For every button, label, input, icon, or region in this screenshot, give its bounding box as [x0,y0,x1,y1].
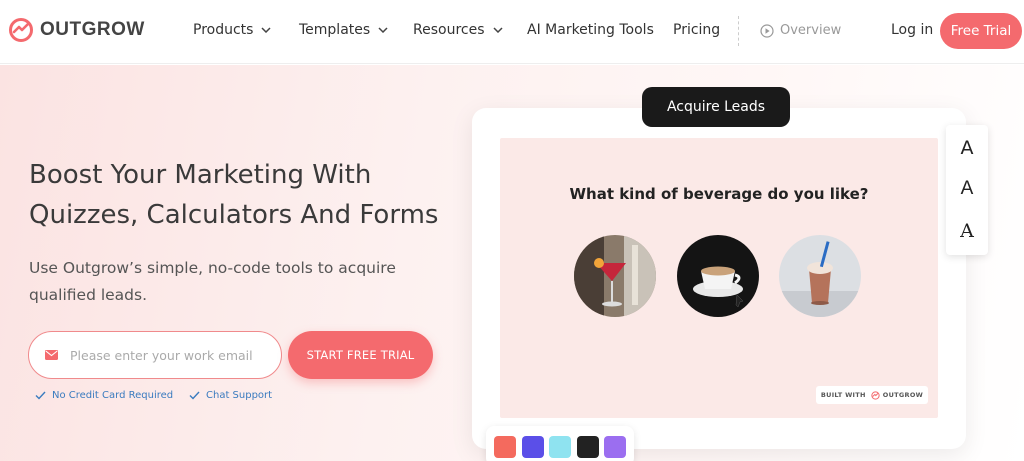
nav-products-label: Products [193,22,254,38]
nav-products[interactable]: Products [193,22,271,38]
built-with-label: BUILT WITH [820,391,866,399]
email-field-wrapper[interactable] [28,331,282,379]
start-free-trial-button[interactable]: START FREE TRIAL [288,331,433,379]
chevron-down-icon [492,27,503,33]
email-field[interactable] [70,347,270,363]
hero-headline-line2: Quizzes, Calculators And Forms [29,200,439,230]
acquire-leads-pill: Acquire Leads [642,87,790,127]
option-milkshake[interactable] [779,235,861,317]
overview-link[interactable]: Overview [760,23,841,38]
check-icon [189,391,200,400]
swatch-purple[interactable] [604,436,626,458]
built-with-brand: OUTGROW [882,391,924,399]
nav-pricing-label: Pricing [673,22,721,38]
free-trial-button[interactable]: Free Trial [940,13,1022,49]
nav-ai-marketing-tools-label: AI Marketing Tools [527,22,654,38]
perk-label: No Credit Card Required [52,390,174,401]
hero-headline-line1: Boost Your Marketing With [29,160,372,190]
nav-templates[interactable]: Templates [299,22,388,38]
swatch-coral[interactable] [494,436,516,458]
hero-section: Boost Your Marketing With Quizzes, Calcu… [0,65,1024,461]
swatch-cyan[interactable] [549,436,571,458]
perk-label: Chat Support [206,390,273,401]
quiz-question: What kind of beverage do you like? [569,185,869,203]
perk-chat-support: Chat Support [189,390,272,401]
font-option-serif[interactable]: A [946,220,988,242]
option-coffee[interactable] [677,235,759,317]
option-cocktail[interactable] [574,235,656,317]
milkshake-image [779,235,861,317]
overview-label: Overview [780,23,842,38]
nav-pricing[interactable]: Pricing [673,22,720,38]
top-navbar: OUTGROW Products Templates Resources AI … [0,0,1024,64]
check-icon [35,391,46,400]
chevron-down-icon [378,27,388,33]
outgrow-logo[interactable]: OUTGROW [8,17,145,43]
chevron-down-icon [261,27,271,33]
nav-resources-label: Resources [413,22,485,38]
play-circle-icon [760,23,774,38]
color-swatch-panel [486,426,634,461]
outgrow-mini-logo-icon [871,390,880,400]
font-option-light[interactable]: A [946,178,988,200]
nav-resources[interactable]: Resources [413,22,503,38]
perk-no-credit-card: No Credit Card Required [35,390,173,401]
swatch-black[interactable] [577,436,599,458]
font-option-sans[interactable]: A [946,137,988,159]
logo-text: OUTGROW [40,19,145,40]
nav-ai-marketing-tools[interactable]: AI Marketing Tools [527,22,654,38]
swatch-indigo[interactable] [522,436,544,458]
nav-templates-label: Templates [299,22,371,38]
font-picker-panel: A A A [946,125,988,255]
hero-headline: Boost Your Marketing With Quizzes, Calcu… [29,155,459,235]
cocktail-image [574,235,656,317]
outgrow-logo-icon [9,18,33,42]
mail-icon [45,350,58,360]
built-with-badge[interactable]: BUILT WITH OUTGROW [816,386,928,404]
coffee-cup-image [677,235,759,317]
hero-subtext: Use Outgrow’s simple, no-code tools to a… [29,259,396,304]
login-link[interactable]: Log in [891,22,933,38]
nav-divider [738,16,739,46]
